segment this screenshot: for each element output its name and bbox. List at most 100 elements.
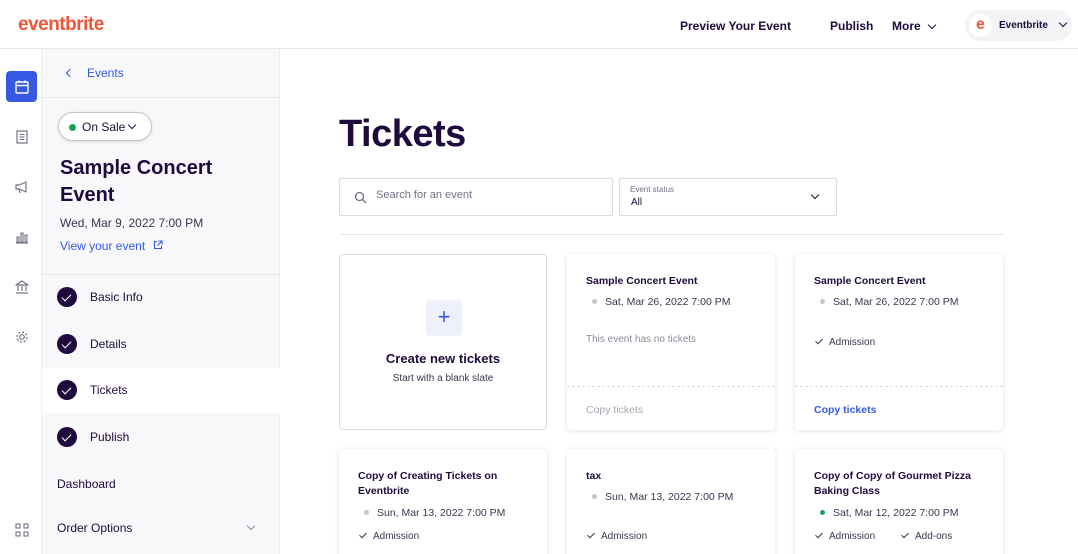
- search-input[interactable]: [376, 189, 596, 201]
- chevron-left-icon: [65, 68, 75, 78]
- chevron-down-icon: [1058, 18, 1068, 28]
- step-label: Details: [90, 337, 127, 351]
- event-title: Sample Concert Event: [60, 157, 213, 206]
- check-circle-icon: [57, 287, 77, 307]
- step-tickets[interactable]: Tickets: [42, 368, 280, 413]
- event-card: Sample Concert Event Sat, Mar 26, 2022 7…: [567, 254, 775, 430]
- chevron-down-icon: [810, 190, 820, 200]
- divider: [795, 386, 1003, 387]
- event-card: Sample Concert Event Sat, Mar 26, 2022 7…: [795, 254, 1003, 430]
- create-card-title: Create new tickets: [385, 351, 501, 366]
- event-sidebar: Events On Sale Sample Concert Event Wed,…: [42, 49, 280, 554]
- card-date: Sat, Mar 12, 2022 7:00 PM: [814, 507, 959, 519]
- card-title: Copy of Copy of Gourmet Pizza Baking Cla…: [814, 470, 971, 497]
- calendar-icon[interactable]: [6, 71, 37, 102]
- event-card: tax Sun, Mar 13, 2022 7:00 PM Admission: [567, 449, 775, 554]
- card-title: Sample Concert Event: [814, 275, 926, 287]
- ticket-type: Admission: [815, 336, 876, 348]
- chevron-down-icon: [127, 120, 137, 130]
- copy-tickets-button[interactable]: Copy tickets: [586, 404, 643, 416]
- page-title: Tickets: [339, 113, 466, 155]
- top-bar: eventbrite Preview Your Event Publish Mo…: [0, 0, 1078, 49]
- select-label: Event status: [630, 185, 675, 194]
- card-date: Sat, Mar 26, 2022 7:00 PM: [586, 296, 731, 308]
- ticket-type-label: Admission: [829, 531, 876, 542]
- ticket-type-label: Admission: [829, 337, 876, 348]
- check-circle-icon: [57, 334, 77, 354]
- sidebar-item-dashboard[interactable]: Dashboard: [57, 477, 116, 491]
- plus-icon: +: [426, 300, 462, 336]
- divider: [567, 386, 775, 387]
- orders-icon[interactable]: [6, 121, 37, 152]
- chevron-down-icon: [927, 20, 936, 30]
- ticket-type: Add-ons: [901, 530, 953, 542]
- ticket-type-label: Add-ons: [915, 531, 953, 542]
- apps-grid-icon[interactable]: [6, 514, 37, 545]
- event-card: Copy of Creating Tickets on Eventbrite S…: [339, 449, 547, 554]
- check-icon: [815, 336, 823, 345]
- card-title: Copy of Creating Tickets on Eventbrite: [358, 470, 498, 497]
- card-note: This event has no tickets: [586, 334, 697, 345]
- step-details[interactable]: Details: [42, 322, 280, 367]
- megaphone-icon[interactable]: [6, 171, 37, 202]
- step-label: Publish: [90, 430, 130, 444]
- create-card-subtitle: Start with a blank slate: [392, 373, 494, 384]
- more-menu[interactable]: More: [892, 19, 936, 33]
- copy-tickets-button[interactable]: Copy tickets: [814, 404, 876, 416]
- divider: [339, 234, 1004, 235]
- preview-event-link[interactable]: Preview Your Event: [680, 19, 791, 33]
- status-dot-icon: [364, 510, 369, 515]
- card-title: tax: [586, 470, 602, 482]
- view-event-link[interactable]: View your event: [60, 239, 163, 253]
- icon-rail: [0, 49, 42, 554]
- back-label: Events: [87, 66, 124, 80]
- ticket-type: Admission: [587, 530, 648, 542]
- check-icon: [815, 530, 823, 539]
- check-icon: [901, 530, 909, 539]
- card-date: Sun, Mar 13, 2022 7:00 PM: [586, 491, 733, 503]
- card-date-text: Sat, Mar 26, 2022 7:00 PM: [605, 296, 731, 308]
- create-new-tickets-card[interactable]: + Create new tickets Start with a blank …: [339, 254, 547, 430]
- step-label: Tickets: [90, 383, 128, 397]
- event-status-select[interactable]: Event status All: [619, 178, 837, 216]
- ticket-type: Admission: [815, 530, 876, 542]
- sidebar-item-order-options[interactable]: Order Options: [57, 521, 132, 535]
- step-label: Basic Info: [90, 290, 143, 304]
- ticket-type: Admission: [359, 530, 420, 542]
- eventbrite-logo[interactable]: eventbrite: [18, 14, 104, 36]
- account-name: Eventbrite: [999, 20, 1048, 31]
- event-card: Copy of Copy of Gourmet Pizza Baking Cla…: [795, 449, 1003, 554]
- card-title: Sample Concert Event: [586, 275, 698, 287]
- bar-chart-icon[interactable]: [6, 221, 37, 252]
- event-date: Wed, Mar 9, 2022 7:00 PM: [60, 216, 204, 230]
- status-dot-icon: [592, 494, 597, 499]
- ticket-type-label: Admission: [601, 531, 648, 542]
- avatar: e: [969, 14, 992, 37]
- card-date: Sat, Mar 26, 2022 7:00 PM: [814, 296, 959, 308]
- status-dot-icon: [69, 124, 76, 131]
- more-label: More: [892, 19, 921, 33]
- card-date-text: Sat, Mar 12, 2022 7:00 PM: [833, 507, 959, 519]
- check-icon: [359, 530, 367, 539]
- event-status-dropdown[interactable]: On Sale: [58, 112, 152, 141]
- view-event-label: View your event: [60, 239, 146, 253]
- status-dot-icon: [820, 510, 825, 515]
- main-content: Tickets Event status All + Create new ti…: [280, 49, 1078, 554]
- check-circle-icon: [57, 427, 77, 447]
- publish-link[interactable]: Publish: [830, 19, 873, 33]
- chevron-down-icon: [246, 521, 256, 531]
- card-date-text: Sat, Mar 26, 2022 7:00 PM: [833, 296, 959, 308]
- back-to-events[interactable]: Events: [42, 49, 280, 98]
- search-icon: [354, 191, 367, 204]
- gear-icon[interactable]: [6, 321, 37, 352]
- account-menu[interactable]: e Eventbrite: [965, 10, 1072, 41]
- card-date-text: Sun, Mar 13, 2022 7:00 PM: [605, 491, 734, 503]
- status-label: On Sale: [82, 120, 126, 134]
- status-dot-icon: [592, 299, 597, 304]
- status-dot-icon: [820, 299, 825, 304]
- bank-icon[interactable]: [6, 271, 37, 302]
- step-publish[interactable]: Publish: [42, 415, 280, 460]
- ticket-type-label: Admission: [373, 531, 420, 542]
- step-basic-info[interactable]: Basic Info: [42, 275, 280, 320]
- select-value: All: [631, 197, 643, 208]
